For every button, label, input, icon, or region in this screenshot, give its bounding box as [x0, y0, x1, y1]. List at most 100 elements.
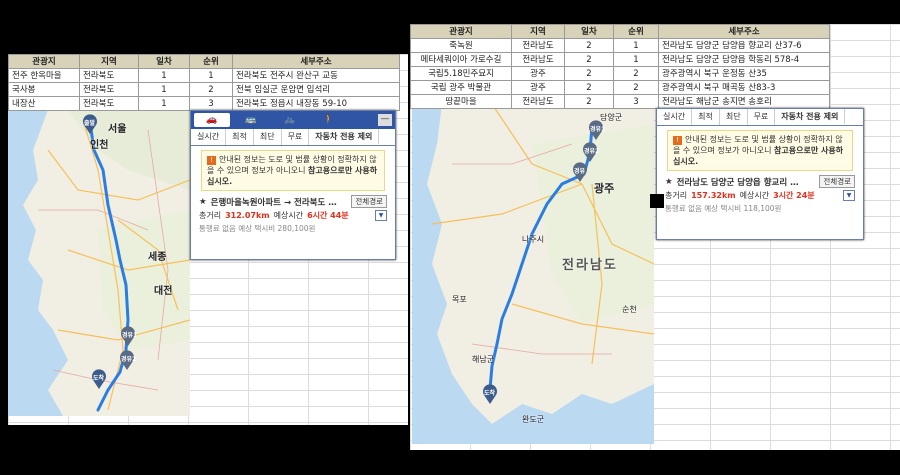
bicycle-mode-tab[interactable]: 🚲 [272, 113, 308, 127]
map-label-suncheon: 순천 [622, 305, 637, 314]
table-cell[interactable]: 전주 한옥마을 [8, 68, 80, 83]
table-cell[interactable]: 광주 [511, 80, 565, 95]
route-map-day1[interactable]: 출발 서울 인천 세종 대전 경유1 경유2 도착 [8, 110, 190, 416]
occlusion-block [650, 194, 664, 208]
table-cell[interactable]: 1 [613, 38, 659, 53]
table-cell[interactable]: 2 [189, 82, 233, 97]
table-cell[interactable]: 3 [613, 94, 659, 109]
table-cell[interactable]: 2 [564, 38, 614, 53]
table-cell[interactable]: 내장산 [8, 96, 80, 111]
map-label-seoul: 서울 [108, 124, 127, 135]
car-mode-tab[interactable]: 🚗 [194, 113, 230, 127]
map-label-wando: 완도군 [522, 415, 545, 424]
col-header[interactable]: 세부주소 [658, 24, 830, 39]
waypoint1-label: 경유1 [122, 332, 138, 339]
map-label-naju: 나주시 [522, 235, 545, 244]
table-cell[interactable]: 국사봉 [8, 82, 80, 97]
table-cell[interactable]: 전라남도 담양군 담양읍 학동리 578-4 [658, 52, 830, 67]
route-summary: 총거리 312.07km 예상시간 6시간 44분 ▼ [199, 210, 387, 221]
table-cell[interactable]: 전라북도 [79, 68, 139, 83]
table-cell[interactable]: 2 [564, 80, 614, 95]
table-cell[interactable]: 전라남도 해남군 송지면 송호리 [658, 94, 830, 109]
table-cell[interactable]: 전북 임실군 운암면 입석리 [232, 82, 400, 97]
tab-realtime[interactable]: 실시간 [191, 129, 227, 145]
route-option-tabs: 실시간 최적 최단 무료 자동차 전용 제외 [191, 129, 395, 146]
col-header[interactable]: 세부주소 [232, 54, 400, 69]
tab-free[interactable]: 무료 [282, 129, 310, 145]
walk-mode-tab[interactable]: 🚶 [311, 113, 347, 127]
map-label-haenam: 해남군 [472, 355, 495, 364]
table-cell[interactable]: 2 [564, 66, 614, 81]
map-label-mokpo: 목포 [452, 295, 467, 304]
table-cell[interactable]: 1 [138, 68, 190, 83]
star-icon[interactable]: ★ [199, 197, 207, 207]
table-cell[interactable]: 땅끝마을 [410, 94, 512, 109]
col-header[interactable]: 순위 [189, 54, 233, 69]
tab-optimal[interactable]: 최적 [226, 129, 254, 145]
attractions-table-day2: 관광지 지역 일차 순위 세부주소 죽녹원 전라남도 2 1 전라남도 담양군 … [410, 24, 830, 109]
tab-optimal[interactable]: 최적 [692, 109, 720, 125]
col-header[interactable]: 지역 [79, 54, 139, 69]
warning-icon: ! [207, 156, 216, 165]
expand-icon[interactable]: ▼ [843, 190, 855, 201]
map-graphic [412, 104, 654, 444]
map-label-daejeon: 대전 [154, 286, 173, 297]
tab-exclude-motorway[interactable]: 자동차 전용 제외 [309, 129, 380, 145]
full-route-button[interactable]: 전체경로 [819, 175, 855, 188]
toll-taxi-info: 통행료 없음 예상 택시비 118,100원 [665, 204, 782, 213]
star-icon[interactable]: ★ [665, 177, 673, 187]
table-cell[interactable]: 광주광역시 북구 운정동 산35 [658, 66, 830, 81]
table-cell[interactable]: 메타세쿼이아 가로수길 [410, 52, 512, 67]
table-cell[interactable]: 3 [189, 96, 233, 111]
tab-shortest[interactable]: 최단 [720, 109, 748, 125]
route-summary: 총거리 157.32km 예상시간 3시간 24분 ▼ [665, 190, 855, 201]
tab-exclude-motorway[interactable]: 자동차 전용 제외 [775, 109, 846, 125]
table-cell[interactable]: 국립5.18민주묘지 [410, 66, 512, 81]
tab-realtime[interactable]: 실시간 [657, 109, 693, 125]
table-cell[interactable]: 2 [613, 80, 659, 95]
spreadsheet-right: 관광지 지역 일차 순위 세부주소 죽녹원 전라남도 2 1 전라남도 담양군 … [410, 24, 900, 450]
table-cell[interactable]: 국립 광주 박물관 [410, 80, 512, 95]
route-map-day2[interactable]: 경유1 경유2 경유 도착 광주 전라남도 담양군 나주시 순천 목포 해남군 … [412, 104, 654, 444]
waypoint3-label: 경유 [574, 168, 586, 175]
col-header[interactable]: 일차 [138, 54, 190, 69]
map-label-incheon: 인천 [90, 140, 109, 151]
table-cell[interactable]: 1 [138, 82, 190, 97]
notice-text: 을 수 있으며 정보가 아니오니 [673, 146, 775, 155]
attractions-table-day1: 관광지 지역 일차 순위 세부주소 전주 한옥마을 전라북도 1 1 전라북도 … [8, 54, 400, 111]
minimize-button[interactable]: — [378, 114, 392, 126]
table-cell[interactable]: 전라북도 전주시 완산구 교동 [232, 68, 400, 83]
full-route-button[interactable]: 전체경로 [351, 195, 387, 208]
distance-value: 157.32km [691, 191, 736, 200]
table-cell[interactable]: 전라북도 [79, 96, 139, 111]
table-cell[interactable]: 2 [564, 52, 614, 67]
col-header[interactable]: 일차 [564, 24, 614, 39]
tab-free[interactable]: 무료 [748, 109, 776, 125]
table-cell[interactable]: 2 [613, 66, 659, 81]
table-header-row: 관광지 지역 일차 순위 세부주소 [410, 24, 830, 39]
table-cell[interactable]: 전라남도 [511, 52, 565, 67]
table-cell[interactable]: 전라남도 [511, 94, 565, 109]
table-cell[interactable]: 전라남도 담양군 담양읍 향교리 산37-6 [658, 38, 830, 53]
table-cell[interactable]: 전라북도 [79, 82, 139, 97]
distance-value: 312.07km [225, 211, 270, 220]
route-title: 전라남도 담양군 담양읍 향교리 … [676, 177, 799, 188]
col-header[interactable]: 관광지 [410, 24, 512, 39]
col-header[interactable]: 순위 [613, 24, 659, 39]
table-cell[interactable]: 1 [189, 68, 233, 83]
table-cell[interactable]: 전라북도 정읍시 내장동 59-10 [232, 96, 400, 111]
table-cell[interactable]: 광주 [511, 66, 565, 81]
col-header[interactable]: 지역 [511, 24, 565, 39]
table-cell[interactable]: 전라남도 [511, 38, 565, 53]
table-cell[interactable]: 2 [564, 94, 614, 109]
start-pin-label: 출발 [84, 120, 96, 127]
expand-icon[interactable]: ▼ [375, 210, 387, 221]
col-header[interactable]: 관광지 [8, 54, 80, 69]
tab-shortest[interactable]: 최단 [254, 129, 282, 145]
table-cell[interactable]: 광주광역시 북구 매곡동 산83-3 [658, 80, 830, 95]
table-row: 국사봉 전라북도 1 2 전북 임실군 운암면 입석리 [8, 82, 400, 97]
table-cell[interactable]: 죽녹원 [410, 38, 512, 53]
table-cell[interactable]: 1 [613, 52, 659, 67]
bus-mode-tab[interactable]: 🚌 [233, 113, 269, 127]
table-cell[interactable]: 1 [138, 96, 190, 111]
